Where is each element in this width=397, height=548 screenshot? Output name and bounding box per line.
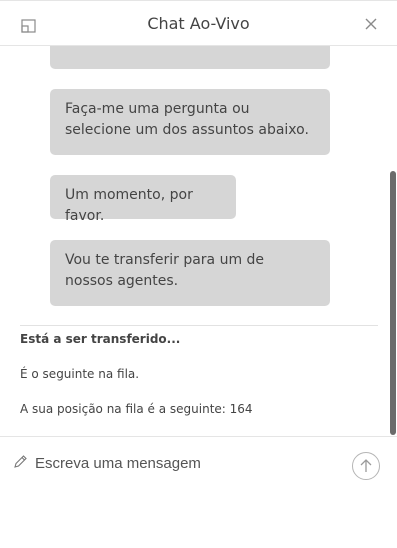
message-input[interactable] bbox=[35, 449, 335, 477]
scrollbar[interactable] bbox=[389, 46, 397, 436]
queue-status: É o seguinte na fila. bbox=[20, 367, 140, 381]
message-composer bbox=[0, 436, 397, 492]
chat-widget: Chat Ao-Vivo Faça-me uma pergunta ou sel… bbox=[0, 0, 397, 548]
send-arrow-up-icon[interactable] bbox=[352, 452, 380, 480]
message-bubble: Um momento, por favor. bbox=[50, 175, 236, 224]
divider bbox=[20, 325, 378, 326]
message-bubble-partial bbox=[50, 46, 330, 69]
message-bubble: Faça-me uma pergunta ou selecione um dos… bbox=[50, 89, 330, 155]
close-icon[interactable] bbox=[363, 16, 379, 32]
queue-position: A sua posição na fila é a seguinte: 164 bbox=[20, 402, 253, 416]
message-list[interactable]: Faça-me uma pergunta ou selecione um dos… bbox=[0, 46, 397, 436]
chat-header: Chat Ao-Vivo bbox=[0, 0, 397, 46]
chat-title: Chat Ao-Vivo bbox=[147, 14, 250, 33]
message-bubble: Vou te transferir para um de nossos agen… bbox=[50, 240, 330, 306]
pencil-icon bbox=[12, 454, 28, 470]
transfer-status: Está a ser transferido... bbox=[20, 332, 181, 346]
scrollbar-thumb[interactable] bbox=[390, 171, 396, 435]
